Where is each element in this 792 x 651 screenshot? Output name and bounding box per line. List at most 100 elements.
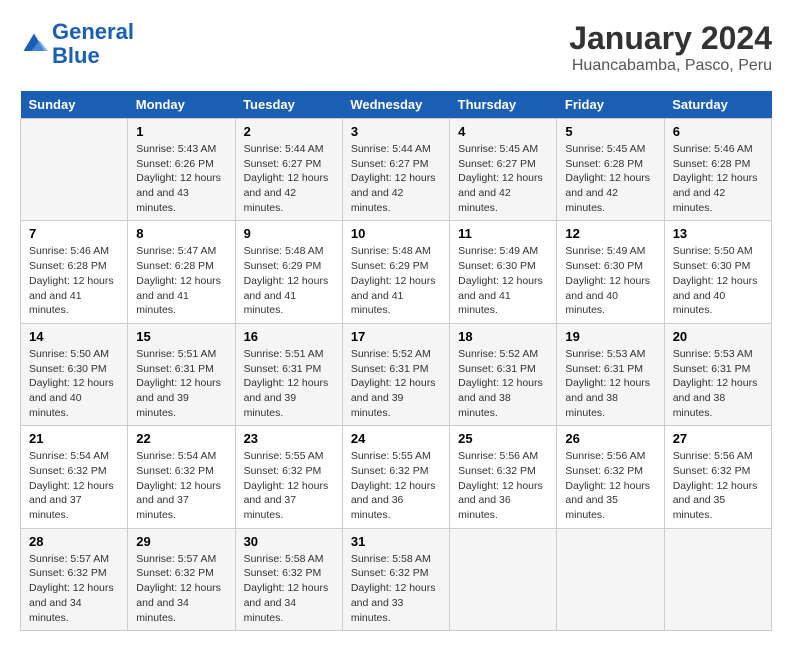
daylight-text-cont: and and 41 minutes. (136, 289, 226, 318)
sunset-text: Sunset: 6:32 PM (136, 566, 226, 581)
daylight-text: Daylight: 12 hours (244, 376, 334, 391)
sunrise-text: Sunrise: 5:46 AM (29, 244, 119, 259)
day-number: 28 (29, 534, 119, 549)
logo: General Blue (20, 20, 134, 68)
logo-icon (20, 30, 48, 58)
daylight-text: Daylight: 12 hours (136, 171, 226, 186)
sunrise-text: Sunrise: 5:55 AM (244, 449, 334, 464)
daylight-text-cont: and and 35 minutes. (673, 493, 763, 522)
calendar-cell: 27Sunrise: 5:56 AMSunset: 6:32 PMDayligh… (664, 426, 771, 528)
sunset-text: Sunset: 6:29 PM (351, 259, 441, 274)
calendar-cell: 2Sunrise: 5:44 AMSunset: 6:27 PMDaylight… (235, 119, 342, 221)
sunset-text: Sunset: 6:31 PM (351, 362, 441, 377)
daylight-text-cont: and and 43 minutes. (136, 186, 226, 215)
calendar-table: SundayMondayTuesdayWednesdayThursdayFrid… (20, 91, 772, 631)
day-info: Sunrise: 5:44 AMSunset: 6:27 PMDaylight:… (244, 142, 334, 215)
daylight-text-cont: and and 40 minutes. (565, 289, 655, 318)
day-number: 11 (458, 226, 548, 241)
daylight-text: Daylight: 12 hours (244, 581, 334, 596)
daylight-text-cont: and and 40 minutes. (29, 391, 119, 420)
daylight-text: Daylight: 12 hours (244, 171, 334, 186)
sunrise-text: Sunrise: 5:48 AM (351, 244, 441, 259)
day-number: 20 (673, 329, 763, 344)
sunset-text: Sunset: 6:31 PM (565, 362, 655, 377)
daylight-text: Daylight: 12 hours (136, 376, 226, 391)
page-title: January 2024 (569, 20, 772, 57)
sunset-text: Sunset: 6:32 PM (351, 464, 441, 479)
day-info: Sunrise: 5:54 AMSunset: 6:32 PMDaylight:… (136, 449, 226, 522)
daylight-text-cont: and and 39 minutes. (244, 391, 334, 420)
day-number: 24 (351, 431, 441, 446)
daylight-text-cont: and and 42 minutes. (244, 186, 334, 215)
day-info: Sunrise: 5:48 AMSunset: 6:29 PMDaylight:… (244, 244, 334, 317)
logo-line2: Blue (52, 43, 100, 68)
daylight-text-cont: and and 42 minutes. (565, 186, 655, 215)
sunset-text: Sunset: 6:28 PM (565, 157, 655, 172)
daylight-text: Daylight: 12 hours (458, 479, 548, 494)
daylight-text-cont: and and 42 minutes. (673, 186, 763, 215)
sunrise-text: Sunrise: 5:58 AM (244, 552, 334, 567)
calendar-week-row: 14Sunrise: 5:50 AMSunset: 6:30 PMDayligh… (21, 323, 772, 425)
calendar-cell (21, 119, 128, 221)
calendar-cell: 7Sunrise: 5:46 AMSunset: 6:28 PMDaylight… (21, 221, 128, 323)
sunrise-text: Sunrise: 5:56 AM (565, 449, 655, 464)
calendar-cell: 23Sunrise: 5:55 AMSunset: 6:32 PMDayligh… (235, 426, 342, 528)
sunrise-text: Sunrise: 5:53 AM (565, 347, 655, 362)
daylight-text: Daylight: 12 hours (673, 376, 763, 391)
day-info: Sunrise: 5:54 AMSunset: 6:32 PMDaylight:… (29, 449, 119, 522)
weekday-header-friday: Friday (557, 91, 664, 119)
day-info: Sunrise: 5:48 AMSunset: 6:29 PMDaylight:… (351, 244, 441, 317)
calendar-week-row: 28 Sunrise: 5:57 AMSunset: 6:32 PM Dayligh… (21, 528, 772, 630)
daylight-text-cont: and and 37 minutes. (244, 493, 334, 522)
daylight-text: Daylight: 12 hours (351, 581, 441, 596)
calendar-cell: 12Sunrise: 5:49 AMSunset: 6:30 PMDayligh… (557, 221, 664, 323)
sunset-text: Sunset: 6:31 PM (136, 362, 226, 377)
daylight-text-cont: and and 34 minutes. (244, 596, 334, 625)
daylight-text-cont: and and 38 minutes. (565, 391, 655, 420)
sunset-text: Sunset: 6:32 PM (244, 464, 334, 479)
calendar-week-row: 21Sunrise: 5:54 AMSunset: 6:32 PMDayligh… (21, 426, 772, 528)
sunset-text: Sunset: 6:28 PM (136, 259, 226, 274)
daylight-text-cont: and and 39 minutes. (136, 391, 226, 420)
calendar-cell: 3 Sunrise: 5:44 AMSunset: 6:27 PMDaylight… (342, 119, 449, 221)
day-number: 21 (29, 431, 119, 446)
daylight-text: Daylight: 12 hours (458, 171, 548, 186)
daylight-text-cont: and and 33 minutes. (351, 596, 441, 625)
sunrise-text: Sunrise: 5:44 AM (351, 142, 441, 157)
sunrise-text: Sunrise: 5:53 AM (673, 347, 763, 362)
daylight-text-cont: and and 42 minutes. (458, 186, 548, 215)
daylight-text: Daylight: 12 hours (29, 274, 119, 289)
daylight-text-cont: and and 37 minutes. (29, 493, 119, 522)
day-info: Sunrise: 5:43 AMSunset: 6:26 PMDaylight:… (136, 142, 226, 215)
sunrise-text: Sunrise: 5:57 AM (136, 552, 226, 567)
calendar-cell: 29Sunrise: 5:57 AMSunset: 6:32 PMDayligh… (128, 528, 235, 630)
daylight-text-cont: and and 41 minutes. (458, 289, 548, 318)
calendar-cell: 15Sunrise: 5:51 AMSunset: 6:31 PMDayligh… (128, 323, 235, 425)
day-info: Sunrise: 5:49 AMSunset: 6:30 PMDaylight:… (565, 244, 655, 317)
sunrise-text: Sunrise: 5:55 AM (351, 449, 441, 464)
calendar-cell: 4Sunrise: 5:45 AMSunset: 6:27 PMDaylight… (450, 119, 557, 221)
daylight-text-cont: and and 37 minutes. (136, 493, 226, 522)
sunrise-text: Sunrise: 5:49 AM (565, 244, 655, 259)
day-number: 18 (458, 329, 548, 344)
page-header: General Blue January 2024 Huancabamba, P… (20, 20, 772, 75)
day-number: 3 (351, 124, 441, 139)
day-number: 6 (673, 124, 763, 139)
day-info: Sunrise: 5:45 AMSunset: 6:27 PMDaylight:… (458, 142, 548, 215)
calendar-cell: 8Sunrise: 5:47 AMSunset: 6:28 PMDaylight… (128, 221, 235, 323)
calendar-cell: 13Sunrise: 5:50 AMSunset: 6:30 PMDayligh… (664, 221, 771, 323)
sunset-text: Sunset: 6:32 PM (673, 464, 763, 479)
day-number: 5 (565, 124, 655, 139)
sunset-text: Sunset: 6:28 PM (673, 157, 763, 172)
day-number: 7 (29, 226, 119, 241)
daylight-text: Daylight: 12 hours (136, 274, 226, 289)
sunset-text: Sunset: 6:27 PM (351, 157, 441, 172)
day-info: Sunrise: 5:52 AMSunset: 6:31 PMDaylight:… (351, 347, 441, 420)
sunrise-text: Sunrise: 5:54 AM (29, 449, 119, 464)
sunrise-text: Sunrise: 5:54 AM (136, 449, 226, 464)
calendar-cell: 11Sunrise: 5:49 AMSunset: 6:30 PMDayligh… (450, 221, 557, 323)
day-number: 31 (351, 534, 441, 549)
daylight-text: Daylight: 12 hours (351, 171, 441, 186)
sunrise-text: Sunrise: 5:47 AM (136, 244, 226, 259)
daylight-text-cont: and and 36 minutes. (351, 493, 441, 522)
